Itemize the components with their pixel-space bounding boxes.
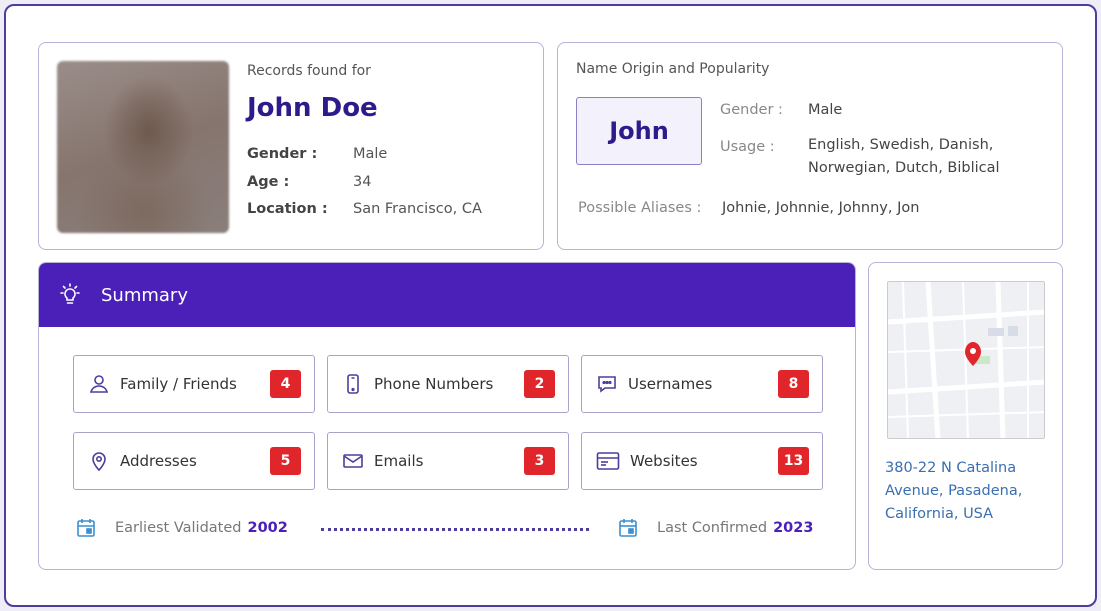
name-origin-title: Name Origin and Popularity: [576, 61, 770, 77]
tile-phone-numbers[interactable]: Phone Numbers 2: [327, 355, 569, 413]
location-label: Location :: [247, 201, 328, 217]
gender-value: Male: [353, 146, 388, 162]
tile-websites[interactable]: Websites 13: [581, 432, 823, 490]
location-pin-icon: [88, 450, 110, 472]
tile-label: Family / Friends: [120, 375, 237, 393]
age-value: 34: [353, 174, 372, 190]
usage-value: English, Swedish, Danish, Norwegian, Dut…: [808, 137, 1000, 176]
tile-label: Addresses: [120, 452, 197, 470]
count-badge: 3: [524, 447, 555, 475]
map-card: 380-22 N Catalina Avenue, Pasadena, Cali…: [868, 262, 1063, 570]
tile-family-friends[interactable]: Family / Friends 4: [73, 355, 315, 413]
first-name-box: John: [576, 97, 702, 165]
summary-header: Summary: [39, 263, 855, 327]
tile-label: Emails: [374, 452, 424, 470]
aliases-value: Johnie, Johnnie, Johnny, Jon: [722, 200, 920, 216]
map-address-link[interactable]: 380-22 N Catalina Avenue, Pasadena, Cali…: [885, 457, 1055, 526]
map-thumbnail[interactable]: [887, 281, 1045, 439]
count-badge: 4: [270, 370, 301, 398]
profile-card: Records found for John Doe Gender : Male…: [38, 42, 544, 250]
count-badge: 8: [778, 370, 809, 398]
count-badge: 13: [778, 447, 809, 475]
last-confirmed-label: Last Confirmed: [657, 520, 768, 536]
profile-photo: [57, 61, 229, 233]
chat-icon: [596, 373, 618, 395]
earliest-validated: Earliest Validated 2002: [75, 517, 288, 539]
location-value: San Francisco, CA: [353, 201, 482, 217]
tile-label: Usernames: [628, 375, 713, 393]
age-label: Age :: [247, 174, 290, 190]
earliest-validated-label: Earliest Validated: [115, 520, 242, 536]
mail-icon: [342, 450, 364, 472]
tile-emails[interactable]: Emails 3: [327, 432, 569, 490]
phone-icon: [342, 373, 364, 395]
lightbulb-icon: [57, 282, 83, 308]
gender-label: Gender :: [247, 146, 318, 162]
name-origin-card: Name Origin and Popularity John Gender :…: [557, 42, 1063, 250]
last-confirmed: Last Confirmed 2023: [617, 517, 813, 539]
tile-usernames[interactable]: Usernames 8: [581, 355, 823, 413]
calendar-icon: [617, 517, 639, 539]
calendar-icon: [75, 517, 97, 539]
earliest-validated-year: 2002: [247, 520, 288, 536]
tile-label: Phone Numbers: [374, 375, 494, 393]
tile-label: Websites: [630, 452, 698, 470]
summary-card: Summary Family / Friends 4 Phone Numbers…: [38, 262, 856, 570]
last-confirmed-year: 2023: [773, 520, 814, 536]
origin-gender-label: Gender :: [720, 102, 783, 118]
origin-gender-value: Male: [808, 102, 843, 118]
dotted-divider: [321, 528, 589, 531]
count-badge: 2: [524, 370, 555, 398]
tile-addresses[interactable]: Addresses 5: [73, 432, 315, 490]
records-found-label: Records found for: [247, 63, 371, 79]
usage-label: Usage :: [720, 139, 775, 155]
aliases-label: Possible Aliases :: [578, 200, 702, 216]
person-name: John Doe: [247, 93, 378, 123]
browser-icon: [596, 450, 620, 472]
person-icon: [88, 373, 110, 395]
count-badge: 5: [270, 447, 301, 475]
summary-title: Summary: [101, 284, 188, 306]
